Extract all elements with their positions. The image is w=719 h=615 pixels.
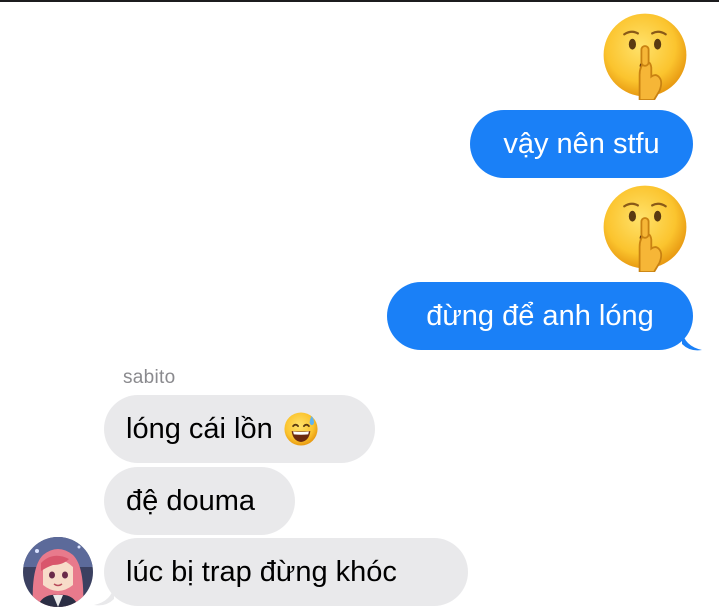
shushing-face-emoji bbox=[603, 185, 687, 272]
sent-message-bubble[interactable]: vậy nên stfu bbox=[470, 110, 693, 178]
received-message-bubble[interactable]: đệ douma bbox=[104, 467, 295, 535]
received-message-bubble[interactable]: lóng cái lồn bbox=[104, 395, 375, 463]
received-message-bubble[interactable]: lúc bị trap đừng khóc bbox=[104, 538, 468, 606]
bubble-tail bbox=[94, 585, 114, 606]
anime-avatar-icon bbox=[23, 537, 93, 607]
message-text: vậy nên stfu bbox=[503, 128, 660, 160]
sender-name: sabito bbox=[123, 367, 176, 388]
message-text: đừng để anh lóng bbox=[426, 300, 654, 332]
sent-message-bubble[interactable]: đừng để anh lóng bbox=[387, 282, 693, 350]
bubble-tail bbox=[682, 330, 702, 351]
top-divider bbox=[0, 0, 719, 2]
grinning-face-with-sweat-emoji bbox=[284, 412, 318, 446]
message-text: lúc bị trap đừng khóc bbox=[126, 556, 397, 588]
sender-avatar[interactable] bbox=[23, 537, 93, 607]
message-text: lóng cái lồn bbox=[126, 413, 273, 445]
message-text: đệ douma bbox=[126, 485, 255, 517]
shushing-face-emoji bbox=[603, 13, 687, 100]
